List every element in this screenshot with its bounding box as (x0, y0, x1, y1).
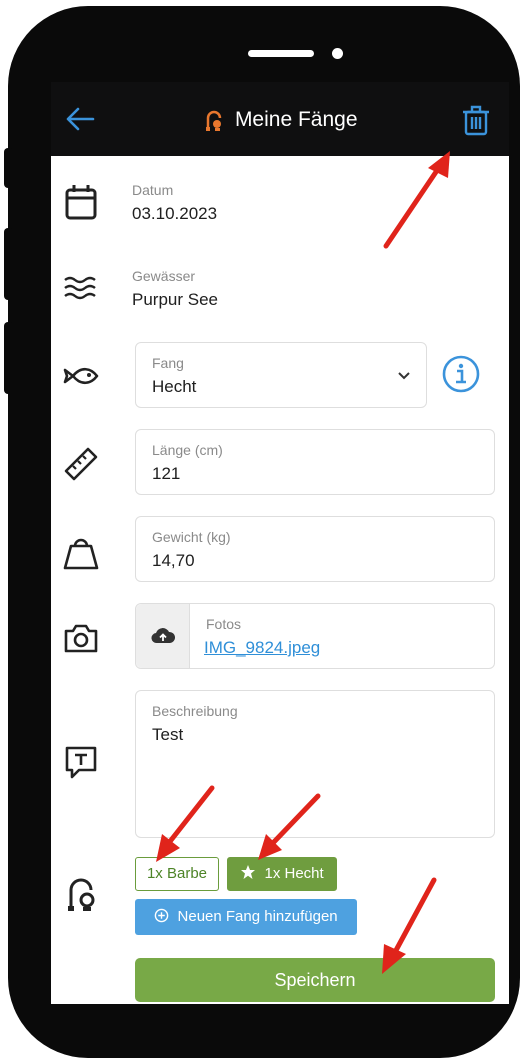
water-value[interactable]: Purpur See (132, 290, 218, 310)
annotation-arrow-barbe (156, 785, 215, 862)
description-label: Beschreibung (152, 703, 238, 719)
add-catch-label: Neuen Fang hinzufügen (177, 908, 338, 925)
phone-frame: Meine Fänge Datum 03.10.2023 Gewässer Pu… (8, 6, 520, 1058)
catch-label: Fang (152, 355, 184, 371)
catch-value: Hecht (152, 377, 197, 396)
length-value: 121 (152, 464, 181, 483)
calendar-icon (65, 185, 97, 220)
phone-side-button (4, 228, 14, 300)
fish-icon (63, 367, 99, 385)
cloud-upload-icon (151, 628, 175, 644)
date-label: Datum (132, 182, 174, 198)
length-field[interactable]: Länge (cm) 121 (135, 429, 495, 495)
plus-circle-icon (155, 908, 169, 923)
date-value[interactable]: 03.10.2023 (132, 204, 217, 224)
camera-icon (64, 624, 98, 653)
speaker-bar (248, 50, 314, 57)
weight-label: Gewicht (kg) (152, 529, 231, 545)
length-label: Länge (cm) (152, 442, 223, 458)
app-title: Meine Fänge (51, 108, 509, 132)
weight-icon (63, 538, 99, 570)
weight-value: 14,70 (152, 551, 195, 570)
camera-dot (332, 48, 343, 59)
trash-icon[interactable] (461, 104, 491, 136)
photo-file-link[interactable]: IMG_9824.jpeg (204, 638, 320, 658)
app-bar: Meine Fänge (51, 82, 509, 156)
chevron-down-icon (398, 372, 410, 380)
fishing-reel-icon (206, 110, 222, 131)
phone-side-button (4, 322, 14, 394)
info-icon[interactable] (441, 354, 481, 394)
catch-select[interactable]: Fang Hecht (135, 342, 427, 408)
save-label: Speichern (274, 970, 356, 990)
photos-field[interactable]: Fotos IMG_9824.jpeg (135, 603, 495, 669)
ruler-icon (64, 447, 98, 481)
add-catch-button[interactable]: Neuen Fang hinzufügen (135, 899, 357, 935)
annotation-arrow-trash (383, 151, 450, 249)
photos-label: Fotos (206, 616, 242, 632)
water-label: Gewässer (132, 268, 196, 284)
weight-field[interactable]: Gewicht (kg) 14,70 (135, 516, 495, 582)
waves-icon (64, 276, 96, 300)
page-title: Meine Fänge (234, 108, 358, 131)
annotation-arrow-save (382, 877, 437, 974)
upload-button[interactable] (136, 604, 190, 668)
annotation-arrow-hecht (258, 793, 321, 860)
description-value: Test (152, 725, 184, 744)
text-icon (65, 746, 97, 779)
fishing-reel-icon (68, 878, 95, 911)
phone-side-button (4, 148, 14, 188)
